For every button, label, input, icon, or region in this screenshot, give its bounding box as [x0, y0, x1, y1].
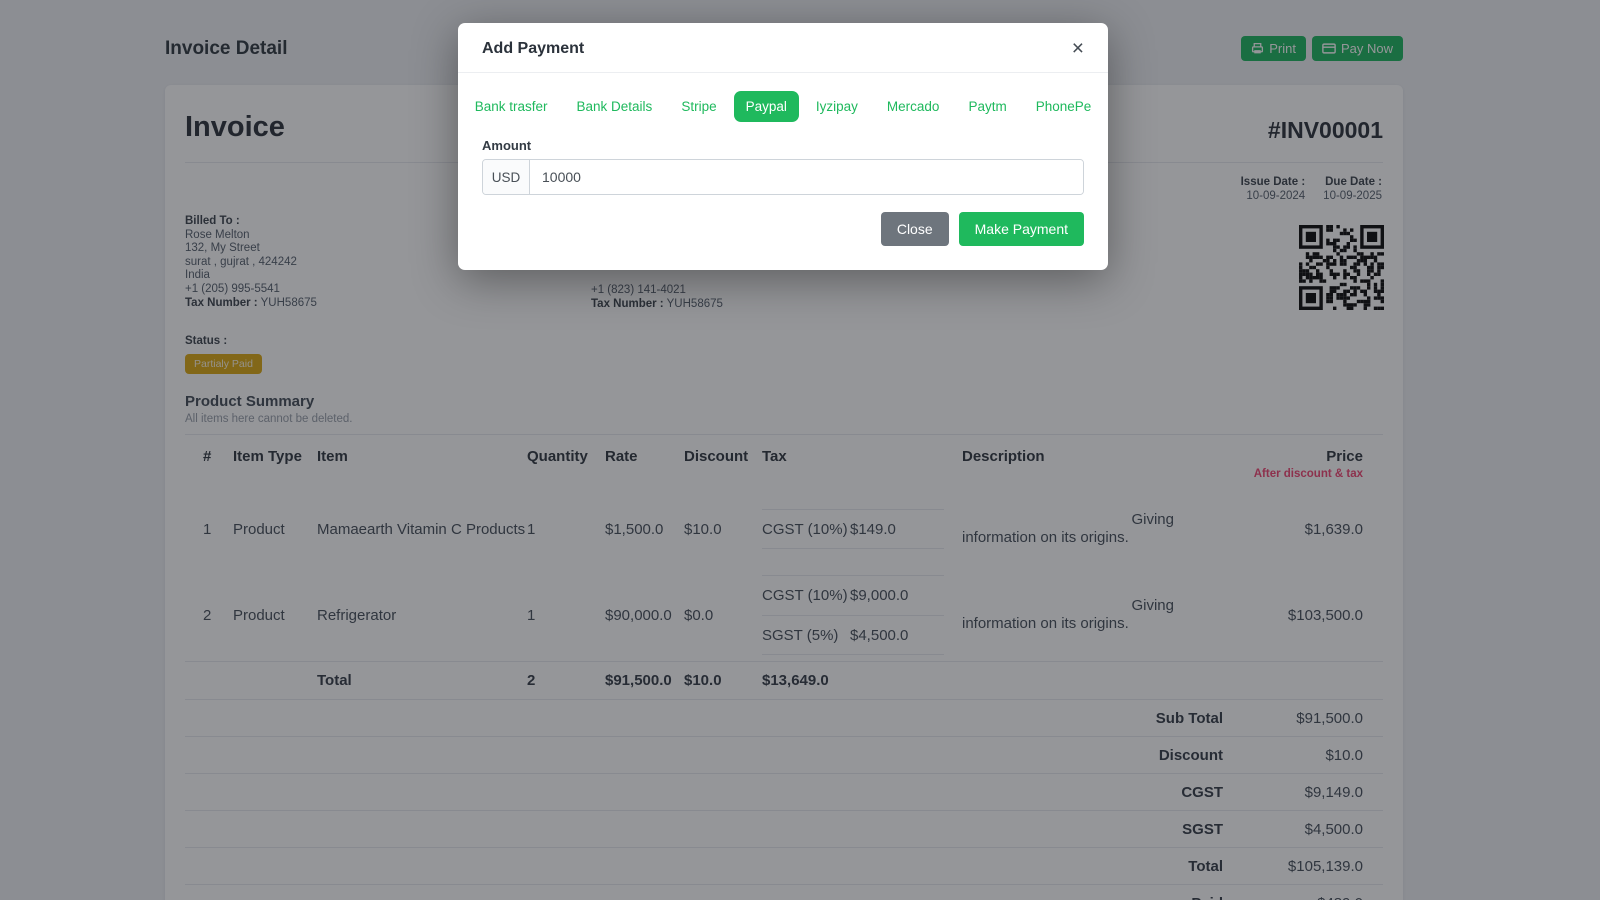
tab-paypal[interactable]: Paypal — [733, 91, 799, 122]
close-icon[interactable]: × — [1072, 38, 1084, 59]
payment-method-tabs: Bank trasfer Bank Details Stripe Paypal … — [475, 91, 1091, 122]
modal-header: Add Payment × — [458, 23, 1108, 73]
amount-label: Amount — [482, 138, 532, 153]
modal-title: Add Payment — [482, 39, 585, 57]
close-button[interactable]: Close — [880, 212, 949, 246]
tab-bank-details[interactable]: Bank Details — [565, 91, 665, 122]
tab-stripe[interactable]: Stripe — [669, 91, 728, 122]
tab-paytm[interactable]: Paytm — [956, 91, 1018, 122]
tab-iyzipay[interactable]: Iyzipay — [804, 91, 870, 122]
add-payment-modal: Add Payment × Bank trasfer Bank Details … — [458, 23, 1108, 270]
make-payment-button[interactable]: Make Payment — [958, 212, 1084, 246]
tab-phonepe[interactable]: PhonePe — [1024, 91, 1104, 122]
tab-bank-transfer[interactable]: Bank trasfer — [463, 91, 560, 122]
modal-body: Bank trasfer Bank Details Stripe Paypal … — [458, 73, 1108, 270]
modal-actions: Close Make Payment — [482, 212, 1084, 246]
tab-mercado[interactable]: Mercado — [875, 91, 952, 122]
amount-input[interactable] — [530, 160, 1083, 194]
currency-prefix: USD — [483, 160, 530, 194]
amount-input-group: USD — [482, 159, 1084, 195]
